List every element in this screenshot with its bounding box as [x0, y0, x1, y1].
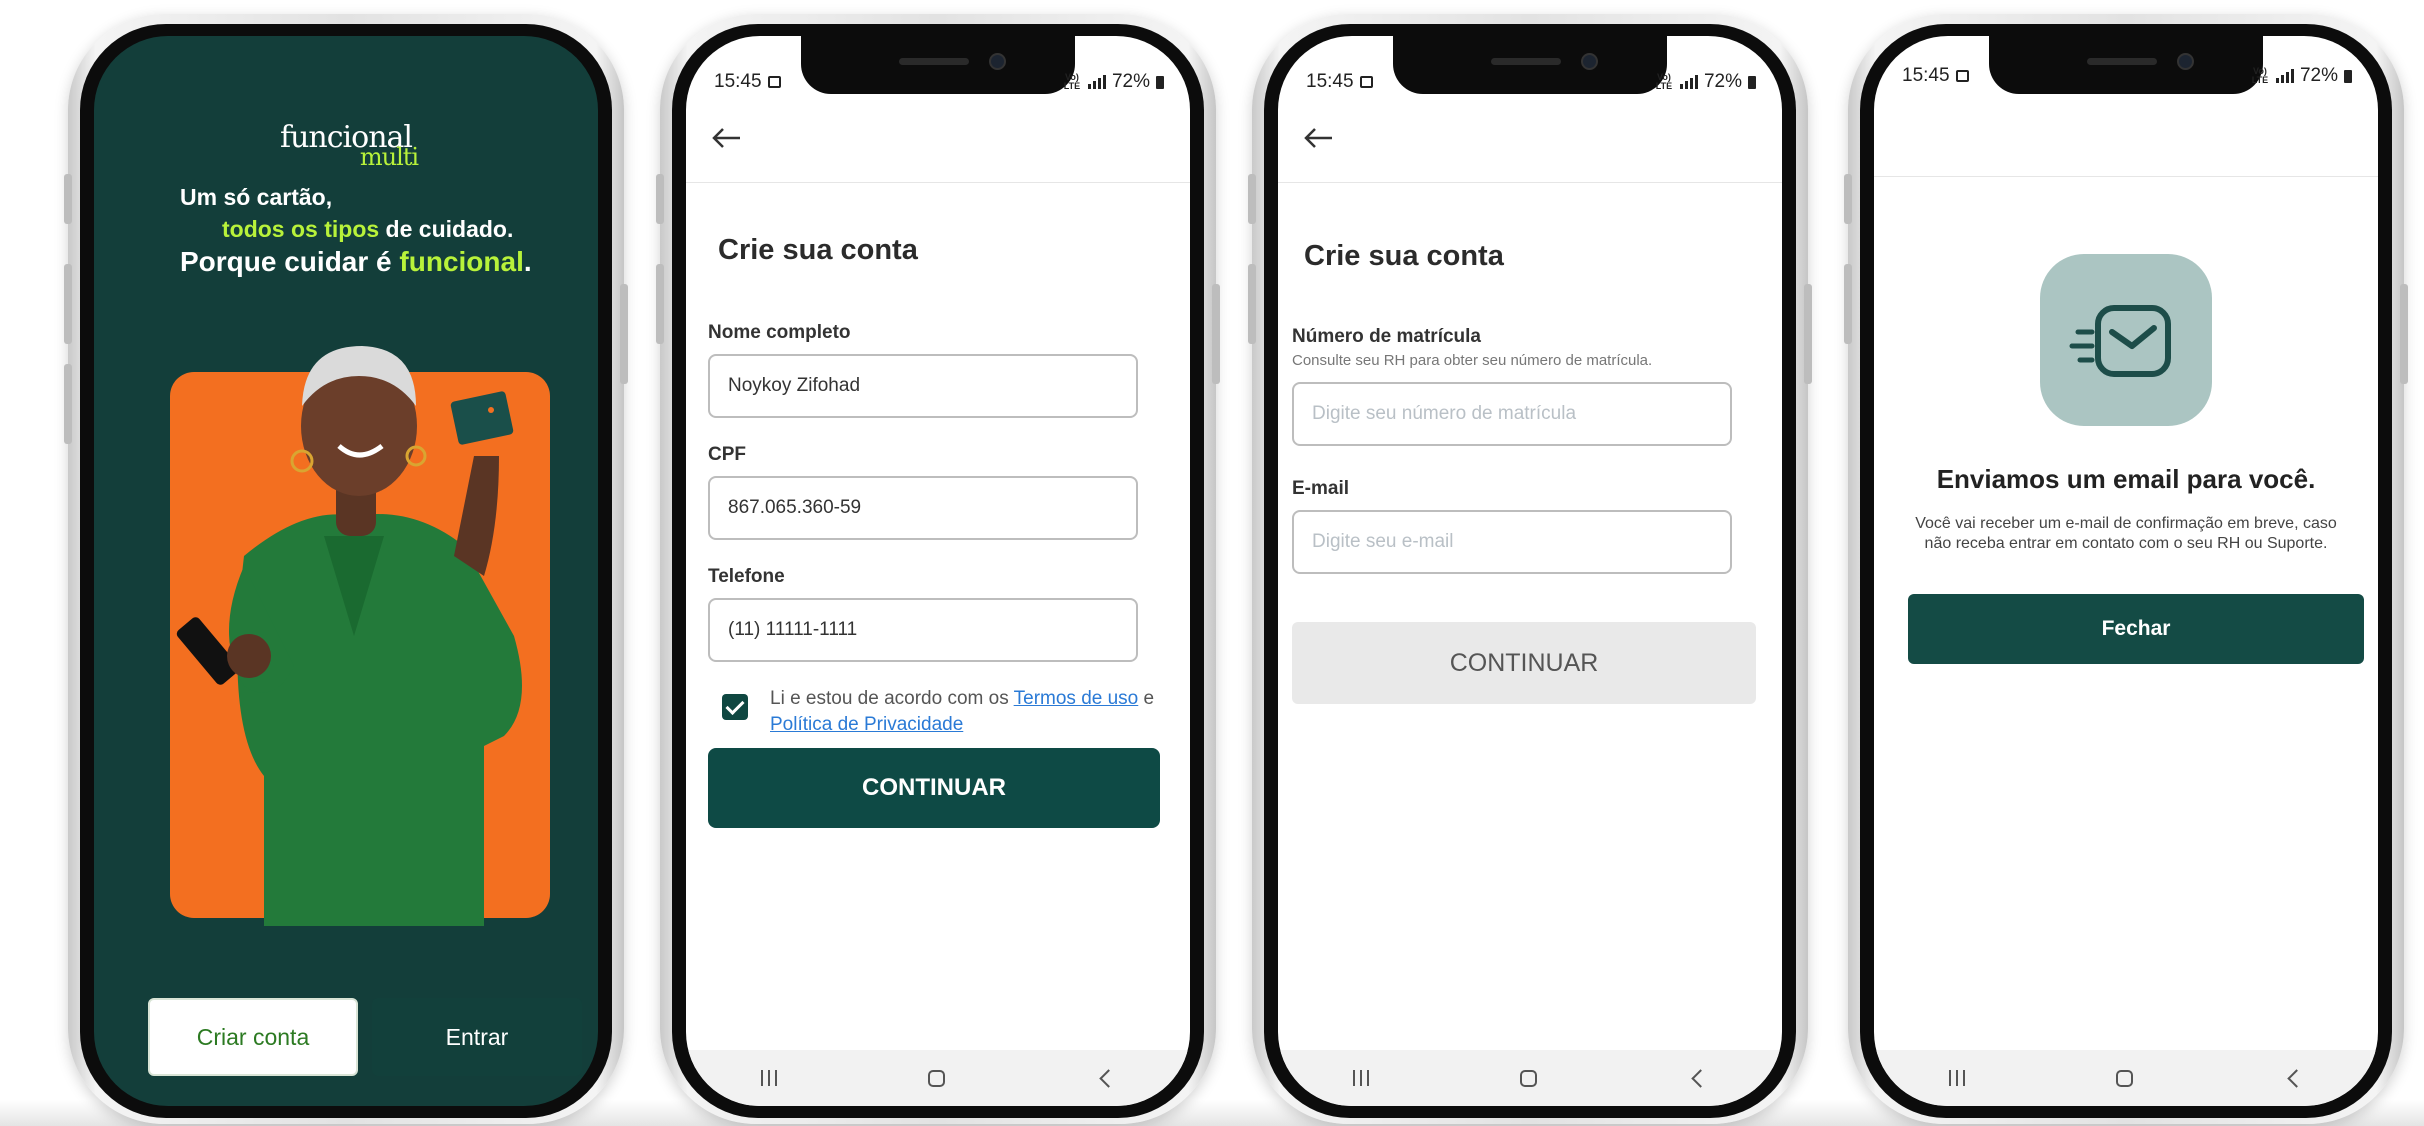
network-type: Vo) LTE	[1063, 72, 1081, 91]
continue-button[interactable]: CONTINUAR	[708, 748, 1160, 828]
phone-side-button	[64, 264, 72, 344]
recent-apps-icon[interactable]	[761, 1070, 778, 1086]
phone-bezel: funcional multi Um só cartão, todos os t…	[80, 24, 612, 1118]
tagline-line-2: todos os tipos de cuidado.	[222, 216, 514, 242]
terms-agreement-text: Li e estou de acordo com os Termos de us…	[770, 688, 1155, 735]
privacy-policy-link[interactable]: Política de Privacidade	[770, 714, 963, 735]
brand-logo: funcional multi	[279, 120, 419, 171]
email-input[interactable]: Digite seu e-mail	[1292, 510, 1732, 574]
android-navbar	[1874, 1050, 2378, 1106]
nav-back-icon[interactable]	[1098, 1068, 1118, 1088]
cpf-field[interactable]: 867.065.360-59	[708, 476, 1138, 540]
page-title: Crie sua conta	[718, 234, 918, 266]
create-account-button[interactable]: Criar conta	[148, 998, 358, 1076]
phone-side-button	[656, 264, 664, 344]
continue-button-disabled[interactable]: CONTINUAR	[1292, 622, 1756, 704]
recent-apps-icon[interactable]	[1949, 1070, 1966, 1086]
hero-person-illustration	[176, 346, 523, 926]
signup-step1-screen: 15:45 Vo) LTE 72% Crie sua conta Nome co…	[686, 36, 1190, 1106]
phone-side-button	[1212, 284, 1220, 384]
recent-apps-icon[interactable]	[1353, 1070, 1370, 1086]
phone-side-button	[1248, 174, 1256, 224]
signal-icon	[1087, 75, 1106, 89]
header-divider	[1278, 182, 1782, 183]
signal-icon	[1679, 75, 1698, 89]
page-title: Crie sua conta	[1304, 240, 1504, 272]
phone-email-sent: 15:45 Vo) LTE 72% Enviamos um email para…	[1844, 14, 2408, 1124]
phone-side-button	[1844, 174, 1852, 224]
full-name-label: Nome completo	[708, 322, 851, 343]
home-icon[interactable]	[1519, 1069, 1537, 1087]
phone-side-button	[64, 174, 72, 224]
android-navbar	[1278, 1050, 1782, 1106]
signup-step2-screen: 15:45 Vo) LTE 72% Crie sua conta Número …	[1278, 36, 1782, 1106]
nav-back-icon[interactable]	[1690, 1068, 1710, 1088]
phone-side-button	[2400, 284, 2408, 384]
email-sent-screen: 15:45 Vo) LTE 72% Enviamos um email para…	[1874, 36, 2378, 1106]
gallery-icon	[1955, 70, 1969, 82]
registration-label: Número de matrícula	[1292, 326, 1481, 347]
registration-input[interactable]: Digite seu número de matrícula	[1292, 382, 1732, 446]
phone-bezel: 15:45 Vo) LTE 72% Crie sua conta Nome co…	[672, 24, 1204, 1118]
android-navbar	[686, 1050, 1190, 1106]
battery-percent: 72%	[2299, 65, 2338, 86]
network-type: Vo) LTE	[1655, 72, 1673, 91]
header-divider	[1874, 176, 2378, 177]
status-time: 15:45	[1902, 65, 1950, 86]
phone-label: Telefone	[708, 566, 785, 587]
phone-side-button	[656, 174, 664, 224]
home-icon[interactable]	[2115, 1069, 2133, 1087]
status-bar: 15:45 Vo) LTE 72%	[714, 70, 1164, 94]
tagline-line-3: Porque cuidar é funcional.	[180, 246, 532, 277]
full-name-field[interactable]: Noykoy Zifohad	[708, 354, 1138, 418]
battery-percent: 72%	[1111, 71, 1150, 92]
phone-welcome: funcional multi Um só cartão, todos os t…	[64, 14, 628, 1124]
status-bar: 15:45 Vo) LTE 72%	[1306, 70, 1756, 94]
status-bar: 15:45 Vo) LTE 72%	[1902, 64, 2352, 88]
phone-side-button	[620, 284, 628, 384]
terms-checkbox[interactable]	[722, 694, 748, 720]
status-time: 15:45	[714, 71, 762, 92]
header-divider	[686, 182, 1190, 183]
home-icon[interactable]	[927, 1069, 945, 1087]
phone-side-button	[64, 364, 72, 444]
back-arrow-icon[interactable]	[710, 126, 742, 150]
confirmation-description: Você vai receber um e-mail de confirmaçã…	[1915, 515, 2337, 552]
email-label: E-mail	[1292, 478, 1350, 499]
battery-percent: 72%	[1703, 71, 1742, 92]
close-button[interactable]: Fechar	[1908, 594, 2364, 664]
tagline-line-1: Um só cartão,	[180, 184, 333, 210]
phone-side-button	[1804, 284, 1812, 384]
back-arrow-icon[interactable]	[1302, 126, 1334, 150]
battery-icon	[1748, 75, 1756, 89]
phone-bezel: 15:45 Vo) LTE 72% Crie sua conta Número …	[1264, 24, 1796, 1118]
battery-icon	[1156, 75, 1164, 89]
cpf-label: CPF	[708, 444, 746, 465]
terms-of-use-link[interactable]: Termos de uso	[1014, 688, 1139, 709]
gallery-icon	[1359, 76, 1373, 88]
phone-side-button	[1844, 264, 1852, 344]
network-type: Vo) LTE	[2251, 66, 2269, 85]
status-time: 15:45	[1306, 71, 1354, 92]
phone-signup-step1: 15:45 Vo) LTE 72% Crie sua conta Nome co…	[656, 14, 1220, 1124]
battery-icon	[2344, 69, 2352, 83]
signal-icon	[2275, 69, 2294, 83]
phone-field[interactable]: (11) 11111-1111	[708, 598, 1138, 662]
email-sent-illustration	[2040, 254, 2212, 426]
welcome-screen: funcional multi Um só cartão, todos os t…	[94, 36, 598, 1106]
confirmation-title: Enviamos um email para você.	[1936, 464, 2316, 494]
envelope-icon	[2069, 305, 2171, 377]
registration-hint: Consulte seu RH para obter seu número de…	[1292, 352, 1653, 369]
nav-back-icon[interactable]	[2286, 1068, 2306, 1088]
phone-side-button	[1248, 264, 1256, 344]
phone-signup-step2: 15:45 Vo) LTE 72% Crie sua conta Número …	[1248, 14, 1812, 1124]
phone-bezel: 15:45 Vo) LTE 72% Enviamos um email para…	[1860, 24, 2392, 1118]
login-button[interactable]: Entrar	[372, 998, 582, 1076]
gallery-icon	[767, 76, 781, 88]
